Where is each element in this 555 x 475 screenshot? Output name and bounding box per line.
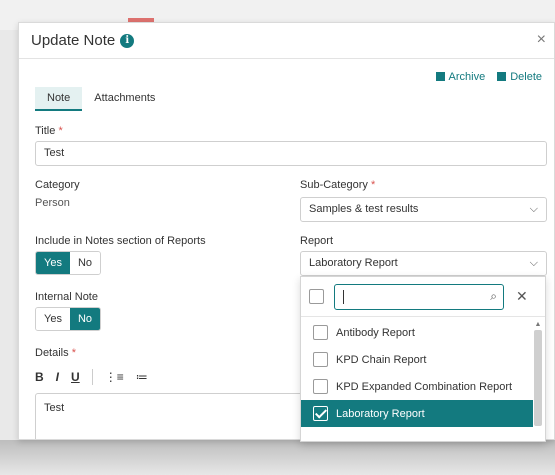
subcategory-value: Samples & test results (309, 203, 419, 215)
clear-icon[interactable]: ✕ (516, 288, 528, 305)
bullet-list-icon[interactable]: ≔ (136, 370, 148, 384)
option-checkbox-checked[interactable] (313, 406, 328, 421)
title-input[interactable]: Test (35, 141, 547, 166)
ordered-list-icon[interactable]: ⋮≡ (105, 370, 124, 384)
report-label: Report (300, 235, 334, 247)
italic-button[interactable]: I (56, 370, 59, 384)
bold-button[interactable]: B (35, 370, 44, 384)
tab-note[interactable]: Note (35, 87, 83, 111)
modal-header: Update Note i (19, 23, 554, 59)
note-actions: Archive Delete (435, 71, 542, 83)
tab-attachments[interactable]: Attachments (82, 87, 167, 111)
subcategory-label: Sub-Category * (300, 179, 375, 191)
subcategory-select[interactable]: Samples & test results ⌵ (300, 197, 547, 222)
option-kpd-chain-report[interactable]: KPD Chain Report (301, 346, 533, 373)
include-toggle: Yes No (35, 251, 102, 275)
option-checkbox[interactable] (313, 352, 328, 367)
trash-icon (497, 72, 507, 81)
search-icon: ⌕ (490, 288, 497, 303)
page-bottom-band (0, 440, 555, 475)
include-label: Include in Notes section of Reports (35, 235, 206, 247)
details-label-text: Details (35, 347, 69, 359)
include-no-button[interactable]: No (69, 252, 101, 274)
delete-label: Delete (510, 71, 542, 83)
include-yes-button[interactable]: Yes (36, 252, 70, 274)
toolbar-divider (91, 369, 93, 385)
info-icon[interactable]: i (120, 33, 135, 48)
required-mark: * (71, 347, 76, 359)
option-antibody-report[interactable]: Antibody Report (301, 319, 533, 346)
details-editor[interactable]: Test (35, 393, 315, 439)
dropdown-search-input[interactable]: ⌕ (334, 283, 504, 310)
option-label: KPD Chain Report (336, 353, 427, 366)
archive-icon (435, 72, 445, 81)
dropdown-option-list: Antibody Report KPD Chain Report KPD Exp… (301, 319, 533, 427)
option-checkbox[interactable] (313, 379, 328, 394)
details-label: Details * (35, 347, 76, 359)
title-label: Title * (35, 125, 63, 137)
editor-toolbar: B I U ⋮≡ ≔ (35, 369, 148, 385)
archive-button[interactable]: Archive (435, 71, 486, 83)
chevron-down-icon: ⌵ (529, 257, 538, 269)
required-mark: * (370, 179, 376, 191)
option-laboratory-report[interactable]: Laboratory Report (301, 400, 533, 427)
subcategory-label-text: Sub-Category (300, 179, 368, 191)
select-all-checkbox[interactable] (309, 289, 324, 304)
scrollbar-thumb[interactable] (534, 330, 542, 426)
option-label: KPD Expanded Combination Report (336, 380, 513, 393)
dropdown-search-row: ⌕ ✕ (301, 277, 545, 317)
option-label: Laboratory Report (336, 407, 425, 420)
required-mark: * (58, 125, 63, 137)
scroll-up-icon[interactable]: ▲ (533, 321, 543, 328)
category-value: Person (35, 197, 70, 209)
option-label: Antibody Report (336, 326, 415, 339)
dropdown-scrollbar[interactable]: ▲ (533, 321, 543, 439)
internal-yes-button[interactable]: Yes (36, 308, 70, 330)
underline-button[interactable]: U (71, 370, 80, 384)
title-label-text: Title (35, 125, 56, 137)
chevron-down-icon: ⌵ (529, 203, 538, 215)
report-dropdown: ⌕ ✕ Antibody Report KPD Chain Report KPD… (300, 276, 546, 442)
modal-title: Update Note (31, 32, 116, 49)
internal-note-toggle: Yes No (35, 307, 102, 331)
option-checkbox[interactable] (313, 325, 328, 340)
internal-note-label: Internal Note (35, 291, 98, 303)
delete-button[interactable]: Delete (497, 71, 542, 83)
text-caret (343, 289, 344, 304)
category-label: Category (35, 179, 80, 191)
report-select[interactable]: Laboratory Report ⌵ (300, 251, 547, 276)
modal-tabs: Note Attachments (35, 87, 167, 111)
archive-label: Archive (448, 71, 486, 83)
close-icon[interactable]: × (537, 31, 546, 49)
internal-no-button[interactable]: No (69, 308, 101, 330)
option-kpd-expanded-combination-report[interactable]: KPD Expanded Combination Report (301, 373, 533, 400)
report-value: Laboratory Report (309, 257, 398, 269)
